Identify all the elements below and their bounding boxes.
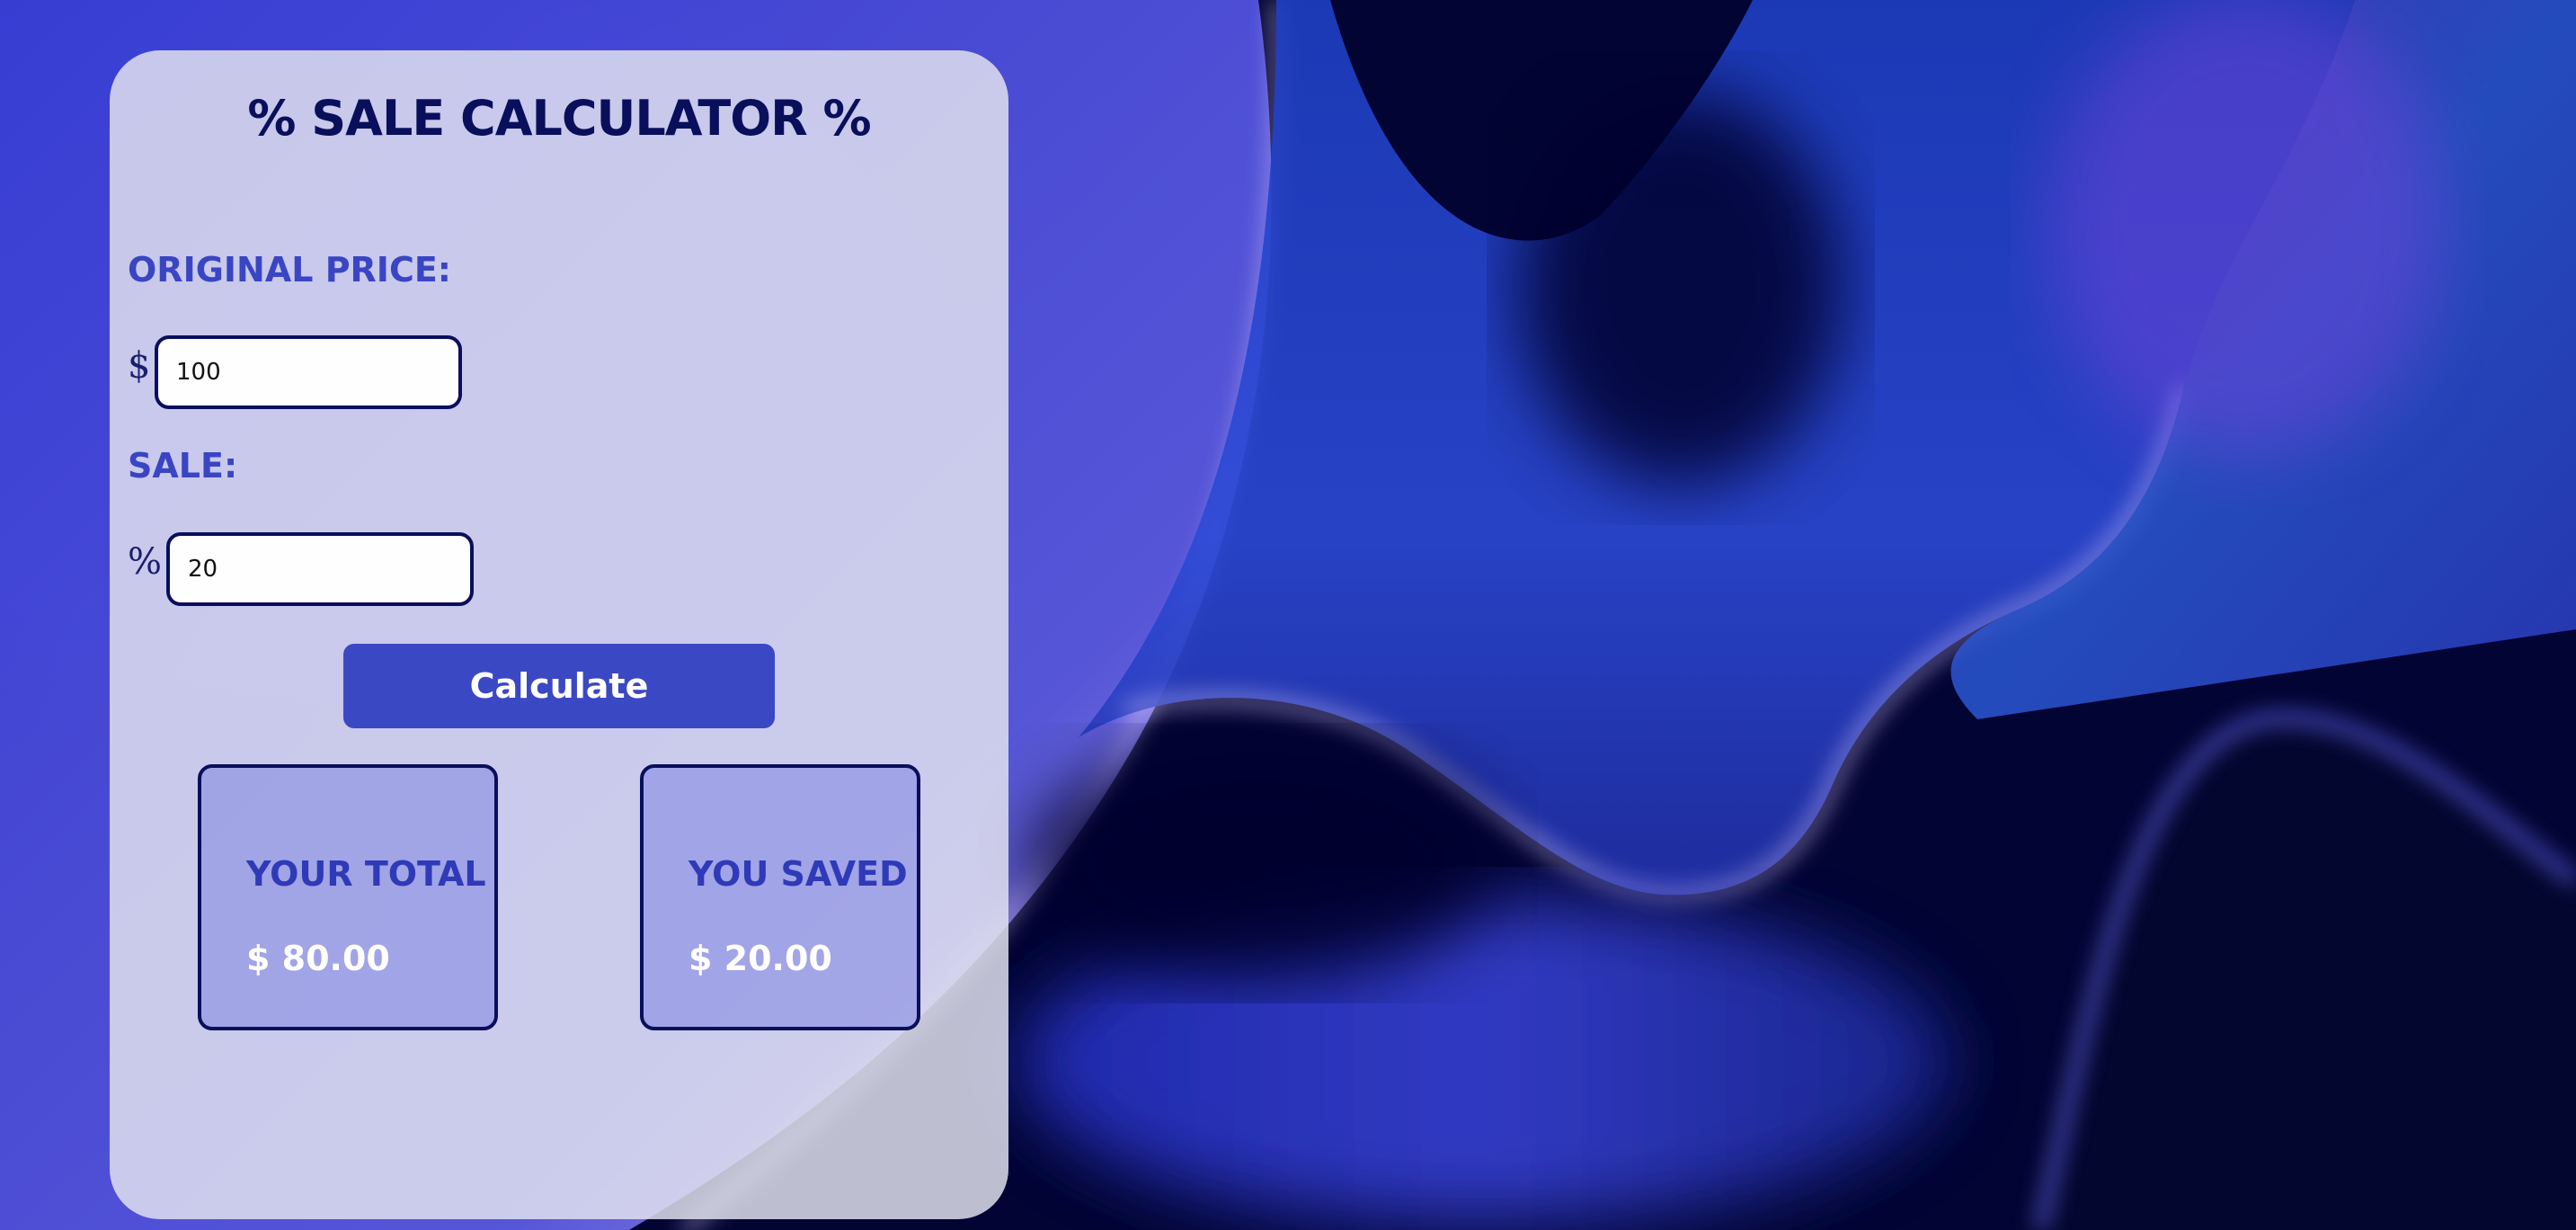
percent-sign: % bbox=[128, 541, 163, 583]
total-label: YOUR TOTAL bbox=[246, 854, 486, 894]
dollar-sign: $ bbox=[128, 345, 151, 387]
saved-value: $ 20.00 bbox=[688, 939, 832, 978]
saved-result-box: YOU SAVED $ 20.00 bbox=[640, 764, 920, 1030]
page-title: % SALE CALCULATOR % bbox=[247, 90, 871, 147]
calculator-card: % SALE CALCULATOR % ORIGINAL PRICE: $ SA… bbox=[110, 50, 1008, 1219]
calculate-button[interactable]: Calculate bbox=[343, 644, 775, 728]
saved-label: YOU SAVED bbox=[688, 854, 908, 894]
sale-label: SALE: bbox=[128, 446, 238, 486]
sale-percent-input[interactable] bbox=[166, 532, 474, 606]
total-result-box: YOUR TOTAL $ 80.00 bbox=[198, 764, 498, 1030]
total-value: $ 80.00 bbox=[246, 939, 390, 978]
original-price-input[interactable] bbox=[155, 335, 462, 409]
original-price-label: ORIGINAL PRICE: bbox=[128, 250, 451, 290]
